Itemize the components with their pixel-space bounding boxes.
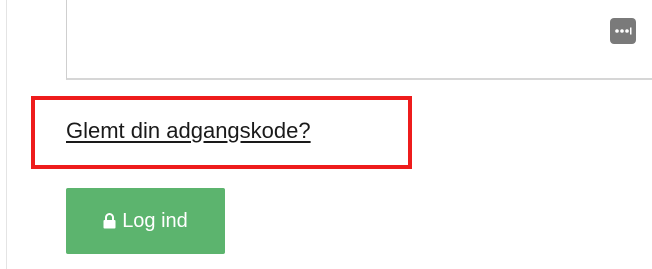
forgot-password-link[interactable]: Glemt din adgangskode?	[66, 118, 311, 144]
login-form: Glemt din adgangskode? Log ind	[0, 0, 652, 269]
password-manager-icon[interactable]	[610, 18, 636, 44]
password-field[interactable]	[66, 0, 652, 80]
left-divider	[6, 0, 7, 269]
login-button-label: Log ind	[122, 209, 188, 232]
login-button[interactable]: Log ind	[66, 188, 225, 254]
lock-icon	[103, 213, 116, 229]
